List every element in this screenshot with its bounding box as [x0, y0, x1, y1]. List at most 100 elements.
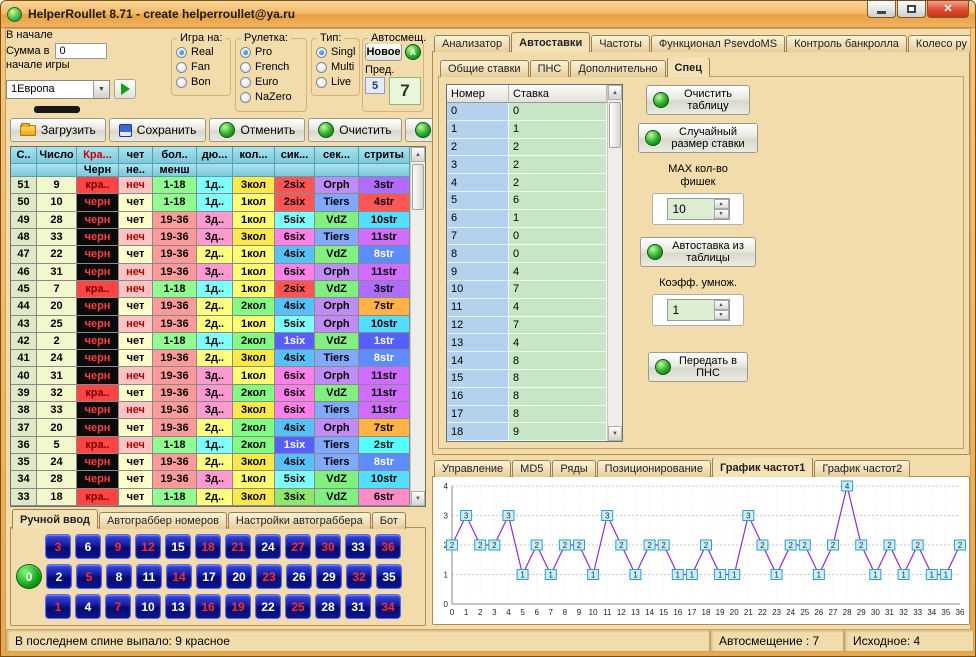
number-button-18[interactable]: 18	[195, 534, 221, 559]
tab-freq-chart1[interactable]: График частот1	[712, 458, 813, 477]
table-row[interactable]: 365кра..неч1-181д..2кол1sixTiers2str	[11, 437, 410, 454]
number-button-5[interactable]: 5	[76, 564, 102, 589]
number-button-9[interactable]: 9	[105, 534, 131, 559]
bet-row[interactable]: 80	[447, 245, 607, 263]
new-button[interactable]: Новое	[365, 43, 402, 61]
number-button-10[interactable]: 10	[135, 594, 161, 619]
number-button-26[interactable]: 26	[286, 564, 312, 589]
table-row[interactable]: 422чернчет1-181д..2кол1sixVdZ1str	[11, 333, 410, 350]
table-row[interactable]: 4928чернчет19-363д..1кол5sixVdZ10str	[11, 212, 410, 229]
tab-spec[interactable]: Спец	[667, 58, 710, 77]
table-row[interactable]: 4631черннеч19-363д..1кол6sixOrph11str	[11, 264, 410, 281]
number-button-12[interactable]: 12	[135, 534, 161, 559]
number-button-13[interactable]: 13	[165, 594, 191, 619]
number-button-17[interactable]: 17	[196, 564, 222, 589]
tab-control[interactable]: Управление	[434, 460, 511, 477]
tab-autograbber[interactable]: Автограббер номеров	[99, 512, 227, 529]
radio-singl[interactable]: Singl	[316, 45, 359, 59]
number-button-3[interactable]: 3	[45, 534, 71, 559]
table-row[interactable]: 3318кра..чет1-182д..3кол3sixVdZ6str	[11, 489, 410, 506]
radio-nazero[interactable]: NaZero	[240, 90, 306, 104]
number-button-20[interactable]: 20	[226, 564, 252, 589]
number-button-11[interactable]: 11	[136, 564, 162, 589]
tab-frequencies[interactable]: Частоты	[591, 35, 650, 52]
radio-pro[interactable]: Pro	[240, 45, 306, 59]
bet-row[interactable]: 189	[447, 423, 607, 441]
number-button-7[interactable]: 7	[105, 594, 131, 619]
table-row[interactable]: 457кра..неч1-181д..1кол2sixVdZ3str	[11, 281, 410, 298]
clear-orb-button[interactable]: Очистить	[308, 118, 401, 142]
radio-bon[interactable]: Bon	[176, 75, 230, 89]
bet-row[interactable]: 127	[447, 317, 607, 335]
number-button-23[interactable]: 23	[256, 564, 282, 589]
titlebar[interactable]: HelperRoullet 8.71 - create helperroulle…	[1, 1, 975, 28]
tab-positioning[interactable]: Позиционирование	[597, 460, 711, 477]
number-button-15[interactable]: 15	[165, 534, 191, 559]
bet-row[interactable]: 00	[447, 103, 607, 121]
table-row[interactable]: 3720чернчет19-362д..2кол4sixOrph7str	[11, 419, 410, 436]
radio-fan[interactable]: Fan	[176, 60, 230, 74]
number-button-34[interactable]: 34	[375, 594, 401, 619]
tab-analyzer[interactable]: Анализатор	[434, 35, 510, 52]
send-pns-button[interactable]: Передать в ПНС	[648, 352, 748, 382]
bet-row[interactable]: 94	[447, 263, 607, 281]
spin-up-icon[interactable]: ▲	[714, 199, 729, 209]
number-button-24[interactable]: 24	[255, 534, 281, 559]
start-amount-input[interactable]: 0	[55, 43, 107, 59]
bet-row[interactable]: 56	[447, 192, 607, 210]
table-row[interactable]: 4833черннеч19-363д..3кол6sixTiers11str	[11, 229, 410, 246]
number-button-29[interactable]: 29	[316, 564, 342, 589]
number-button-0[interactable]: 0	[16, 564, 42, 589]
bet-row[interactable]: 32	[447, 156, 607, 174]
number-button-21[interactable]: 21	[225, 534, 251, 559]
scroll-up-icon[interactable]: ▲	[608, 85, 622, 100]
minimize-button[interactable]	[867, 1, 896, 18]
scroll-track[interactable]	[608, 100, 622, 426]
bet-row[interactable]: 11	[447, 121, 607, 139]
folder-button[interactable]: Загрузить	[10, 118, 106, 142]
tab-md5[interactable]: MD5	[512, 460, 551, 477]
bet-row[interactable]: 148	[447, 352, 607, 370]
table-row[interactable]: 4420чернчет19-362д..2кол4sixOrph7str	[11, 298, 410, 315]
number-button-2[interactable]: 2	[46, 564, 72, 589]
radio-french[interactable]: French	[240, 60, 306, 74]
tab-general-bets[interactable]: Общие ставки	[440, 60, 529, 77]
table-row[interactable]: 4031черннеч19-363д..1кол6sixOrph11str	[11, 367, 410, 384]
disk-button[interactable]: Сохранить	[109, 118, 207, 142]
collapse-bar[interactable]	[34, 106, 80, 113]
clear-table-button[interactable]: Очистить таблицу	[646, 85, 750, 115]
scroll-thumb[interactable]	[412, 164, 424, 210]
table-row[interactable]: 4124чернчет19-362д..3кол4sixTiers8str	[11, 350, 410, 367]
bet-row[interactable]: 134	[447, 334, 607, 352]
tab-additional[interactable]: Дополнительно	[570, 60, 665, 77]
bet-row[interactable]: 42	[447, 174, 607, 192]
max-chips-input[interactable]: 10	[668, 199, 714, 219]
bet-row[interactable]: 178	[447, 406, 607, 424]
number-button-19[interactable]: 19	[225, 594, 251, 619]
game-select[interactable]: 1Европа ▼	[6, 80, 110, 99]
spin-down-icon[interactable]: ▼	[714, 209, 729, 219]
number-button-30[interactable]: 30	[315, 534, 341, 559]
radio-multi[interactable]: Multi	[316, 60, 359, 74]
number-button-4[interactable]: 4	[75, 594, 101, 619]
spin-up-icon[interactable]: ▲	[714, 300, 729, 310]
bet-row[interactable]: 158	[447, 370, 607, 388]
spins-table-scrollbar[interactable]: ▲ ▼	[410, 147, 425, 506]
number-button-32[interactable]: 32	[346, 564, 372, 589]
random-size-button[interactable]: Случайный размер ставки	[638, 123, 758, 153]
table-row[interactable]: 4722чернчет19-362д..1кол4sixVdZ8str	[11, 246, 410, 263]
radio-live[interactable]: Live	[316, 75, 359, 89]
number-button-33[interactable]: 33	[345, 534, 371, 559]
bet-row[interactable]: 168	[447, 388, 607, 406]
number-button-1[interactable]: 1	[45, 594, 71, 619]
number-button-31[interactable]: 31	[345, 594, 371, 619]
undo-orb-button[interactable]: Отменить	[209, 118, 305, 142]
number-button-25[interactable]: 25	[285, 594, 311, 619]
bet-row[interactable]: 114	[447, 299, 607, 317]
combo-dropdown-icon[interactable]: ▼	[93, 81, 109, 98]
scroll-thumb[interactable]	[609, 102, 621, 148]
table-row[interactable]: 4325черннеч19-362д..1кол5sixOrph10str	[11, 316, 410, 333]
number-button-36[interactable]: 36	[375, 534, 401, 559]
number-button-22[interactable]: 22	[255, 594, 281, 619]
tab-bankroll[interactable]: Контроль банкролла	[786, 35, 907, 52]
